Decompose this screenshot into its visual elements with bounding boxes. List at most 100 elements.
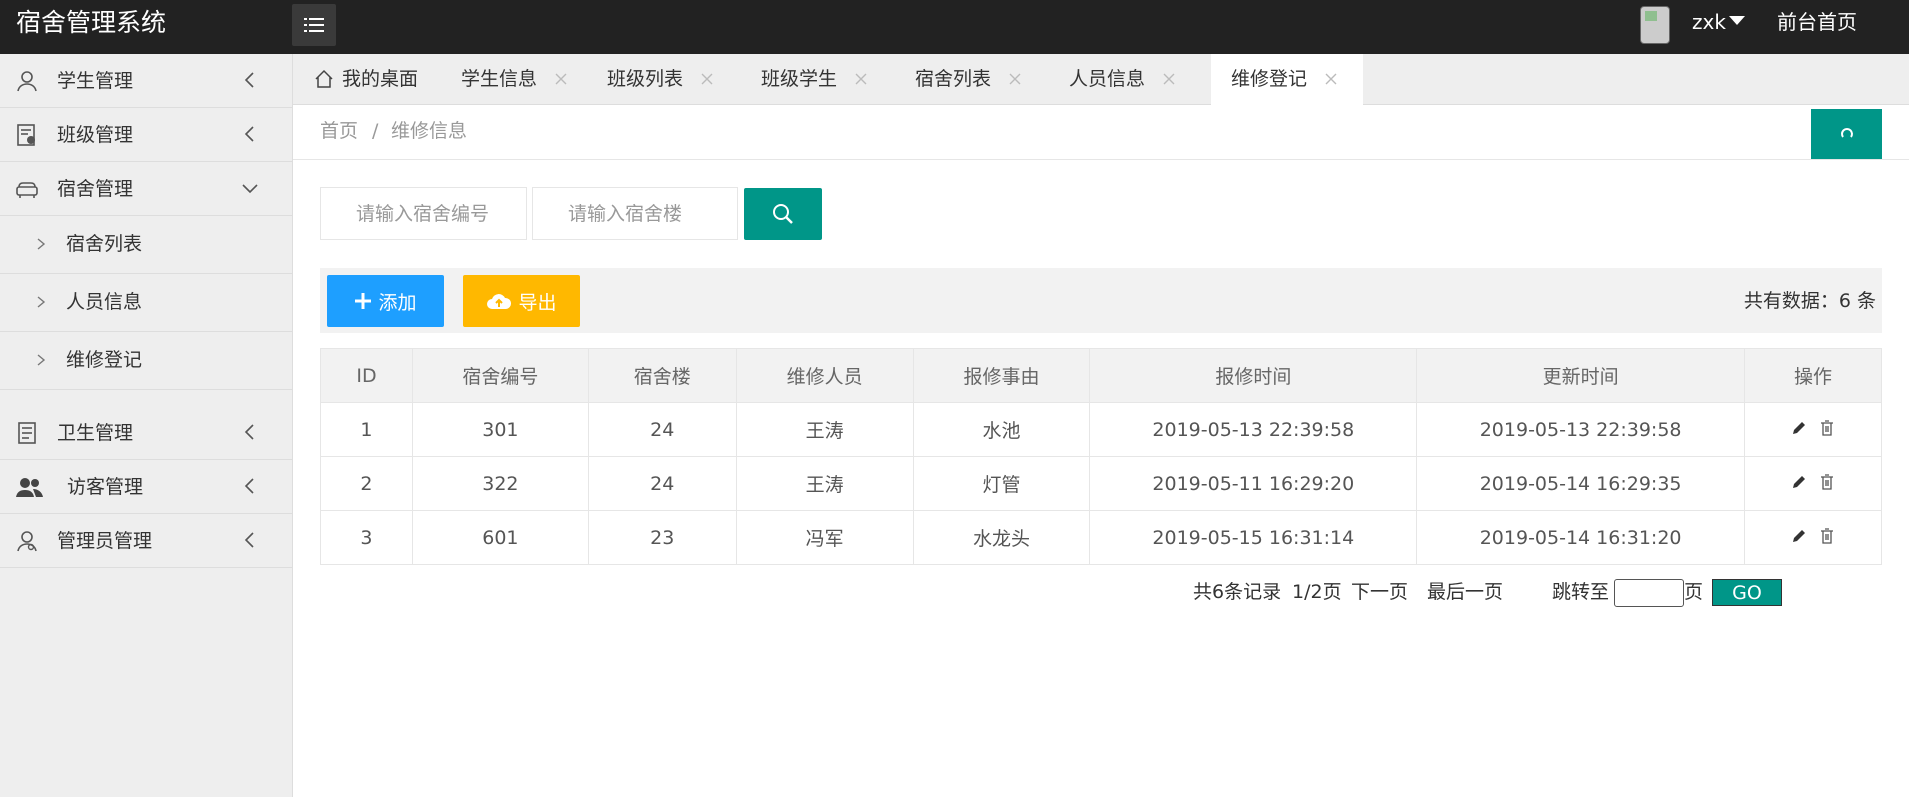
sidebar-item-label: 卫生管理	[57, 422, 134, 444]
table-cell: 水池	[912, 402, 1091, 457]
table-toolbar: 添加 导出 共有数据：6 条	[320, 268, 1882, 333]
sidebar-item-label: 访客管理	[67, 476, 144, 498]
pager-jump-label: 跳转至	[1552, 581, 1610, 603]
row-actions	[1744, 456, 1882, 511]
row-actions	[1744, 402, 1882, 457]
close-icon[interactable]	[553, 71, 569, 87]
table-cell: 601	[411, 510, 589, 565]
go-button[interactable]: GO	[1712, 579, 1782, 606]
users-icon	[16, 478, 43, 497]
sidebar-subitem-label: 人员信息	[66, 291, 143, 313]
table-cell: 水龙头	[912, 510, 1091, 565]
username[interactable]: zxk	[1692, 10, 1726, 34]
edit-icon[interactable]	[1791, 420, 1807, 436]
table-cell: 1	[320, 402, 413, 457]
tab-bar: 我的桌面 学生信息 班级列表 班级学生 宿舍列表 人员信息 维修登记	[293, 54, 1909, 106]
sidebar-item-label: 宿舍管理	[57, 178, 134, 200]
table-cell: 冯军	[735, 510, 914, 565]
chevron-left-icon	[244, 72, 254, 88]
menu-toggle-button[interactable]	[292, 4, 336, 46]
close-icon[interactable]	[1161, 71, 1177, 87]
tab-label: 学生信息	[461, 68, 538, 90]
tab-label: 班级学生	[761, 68, 838, 90]
table-cell: 2019-05-14 16:31:20	[1416, 510, 1746, 565]
plus-icon	[355, 293, 372, 309]
pager-next-link[interactable]: 下一页	[1351, 580, 1408, 604]
tab-class-students[interactable]: 班级学生	[741, 54, 895, 105]
trash-icon[interactable]	[1819, 473, 1835, 490]
sidebar-item-admin[interactable]: 管理员管理	[0, 514, 292, 568]
table-cell: 24	[587, 456, 737, 511]
close-icon[interactable]	[853, 71, 869, 87]
sidebar-item-label: 学生管理	[57, 70, 134, 92]
table-cell: 王涛	[735, 456, 914, 511]
table-cell: 322	[411, 456, 589, 511]
table-cell: 2	[320, 456, 413, 511]
tab-student-info[interactable]: 学生信息	[433, 54, 587, 105]
table-cell: 23	[587, 510, 737, 565]
close-icon[interactable]	[699, 71, 715, 87]
refresh-button[interactable]	[1811, 109, 1882, 159]
table-cell: 301	[411, 402, 589, 457]
home-icon	[315, 69, 333, 88]
trash-icon[interactable]	[1819, 419, 1835, 436]
chevron-left-icon	[244, 478, 254, 494]
table-cell: 2019-05-13 22:39:58	[1416, 402, 1746, 457]
chevron-down-icon	[242, 184, 258, 194]
edit-icon[interactable]	[1791, 474, 1807, 490]
export-button-label: 导出	[518, 291, 557, 314]
room-number-input[interactable]	[320, 187, 527, 240]
class-icon	[17, 124, 35, 146]
add-button[interactable]: 添加	[327, 275, 444, 327]
chevron-down-icon[interactable]	[1729, 16, 1745, 25]
export-button[interactable]: 导出	[463, 275, 580, 327]
user-icon	[17, 71, 37, 92]
refresh-icon	[1840, 128, 1853, 138]
pager-last-link[interactable]: 最后一页	[1427, 580, 1503, 604]
search-icon	[773, 204, 793, 224]
tab-label: 我的桌面	[342, 68, 419, 90]
table-cell: 24	[587, 402, 737, 457]
repair-table: ID 宿舍编号 宿舍楼 维修人员 报修事由 报修时间 更新时间 操作 1 301…	[320, 348, 1882, 565]
trash-icon[interactable]	[1819, 527, 1835, 544]
tab-staff-info[interactable]: 人员信息	[1049, 54, 1203, 105]
tab-desktop[interactable]: 我的桌面	[293, 54, 433, 105]
front-home-link[interactable]: 前台首页	[1777, 10, 1857, 34]
sidebar-item-label: 班级管理	[57, 124, 134, 146]
tab-dorm-list[interactable]: 宿舍列表	[895, 54, 1049, 105]
search-button[interactable]	[744, 188, 822, 240]
close-icon[interactable]	[1007, 71, 1023, 87]
tab-repair-registration[interactable]: 维修登记	[1211, 54, 1363, 106]
chevron-left-icon	[244, 424, 254, 440]
table-header-row: ID 宿舍编号 宿舍楼 维修人员 报修事由 报修时间 更新时间 操作	[320, 348, 1882, 403]
sidebar-item-dorm[interactable]: 宿舍管理	[0, 162, 292, 216]
close-icon[interactable]	[1323, 71, 1339, 87]
top-header: 宿舍管理系统 zxk 前台首页	[0, 0, 1909, 54]
pager-page-suffix: 页	[1684, 581, 1704, 603]
chevron-left-icon	[244, 126, 254, 142]
column-header: ID	[320, 348, 413, 403]
breadcrumb-home[interactable]: 首页	[320, 119, 358, 143]
sidebar-item-visitor[interactable]: 访客管理	[0, 460, 292, 514]
app-logo[interactable]: 宿舍管理系统	[16, 8, 166, 38]
sidebar-subitem-dorm-list[interactable]: 宿舍列表	[0, 216, 292, 274]
avatar[interactable]	[1640, 6, 1670, 44]
tab-label: 宿舍列表	[915, 68, 992, 90]
tab-class-list[interactable]: 班级列表	[587, 54, 741, 105]
column-header: 报修时间	[1089, 348, 1418, 403]
sidebar-subitem-repair[interactable]: 维修登记	[0, 332, 292, 390]
building-input[interactable]	[532, 187, 738, 240]
table-cell: 2019-05-13 22:39:58	[1089, 402, 1418, 457]
sidebar-subitem-staff-info[interactable]: 人员信息	[0, 274, 292, 332]
sidebar-item-hygiene[interactable]: 卫生管理	[0, 406, 292, 460]
sidebar-item-student[interactable]: 学生管理	[0, 54, 292, 108]
column-header: 维修人员	[735, 348, 914, 403]
table-row: 3 601 23 冯军 水龙头 2019-05-15 16:31:14 2019…	[320, 510, 1882, 565]
edit-icon[interactable]	[1791, 528, 1807, 544]
row-actions	[1744, 510, 1882, 565]
sofa-icon	[16, 182, 38, 198]
sidebar-item-class[interactable]: 班级管理	[0, 108, 292, 162]
breadcrumb: 首页 / 维修信息	[293, 105, 1909, 160]
pager-page-info: 1/2页	[1292, 581, 1342, 603]
page-jump-input[interactable]	[1614, 579, 1684, 607]
